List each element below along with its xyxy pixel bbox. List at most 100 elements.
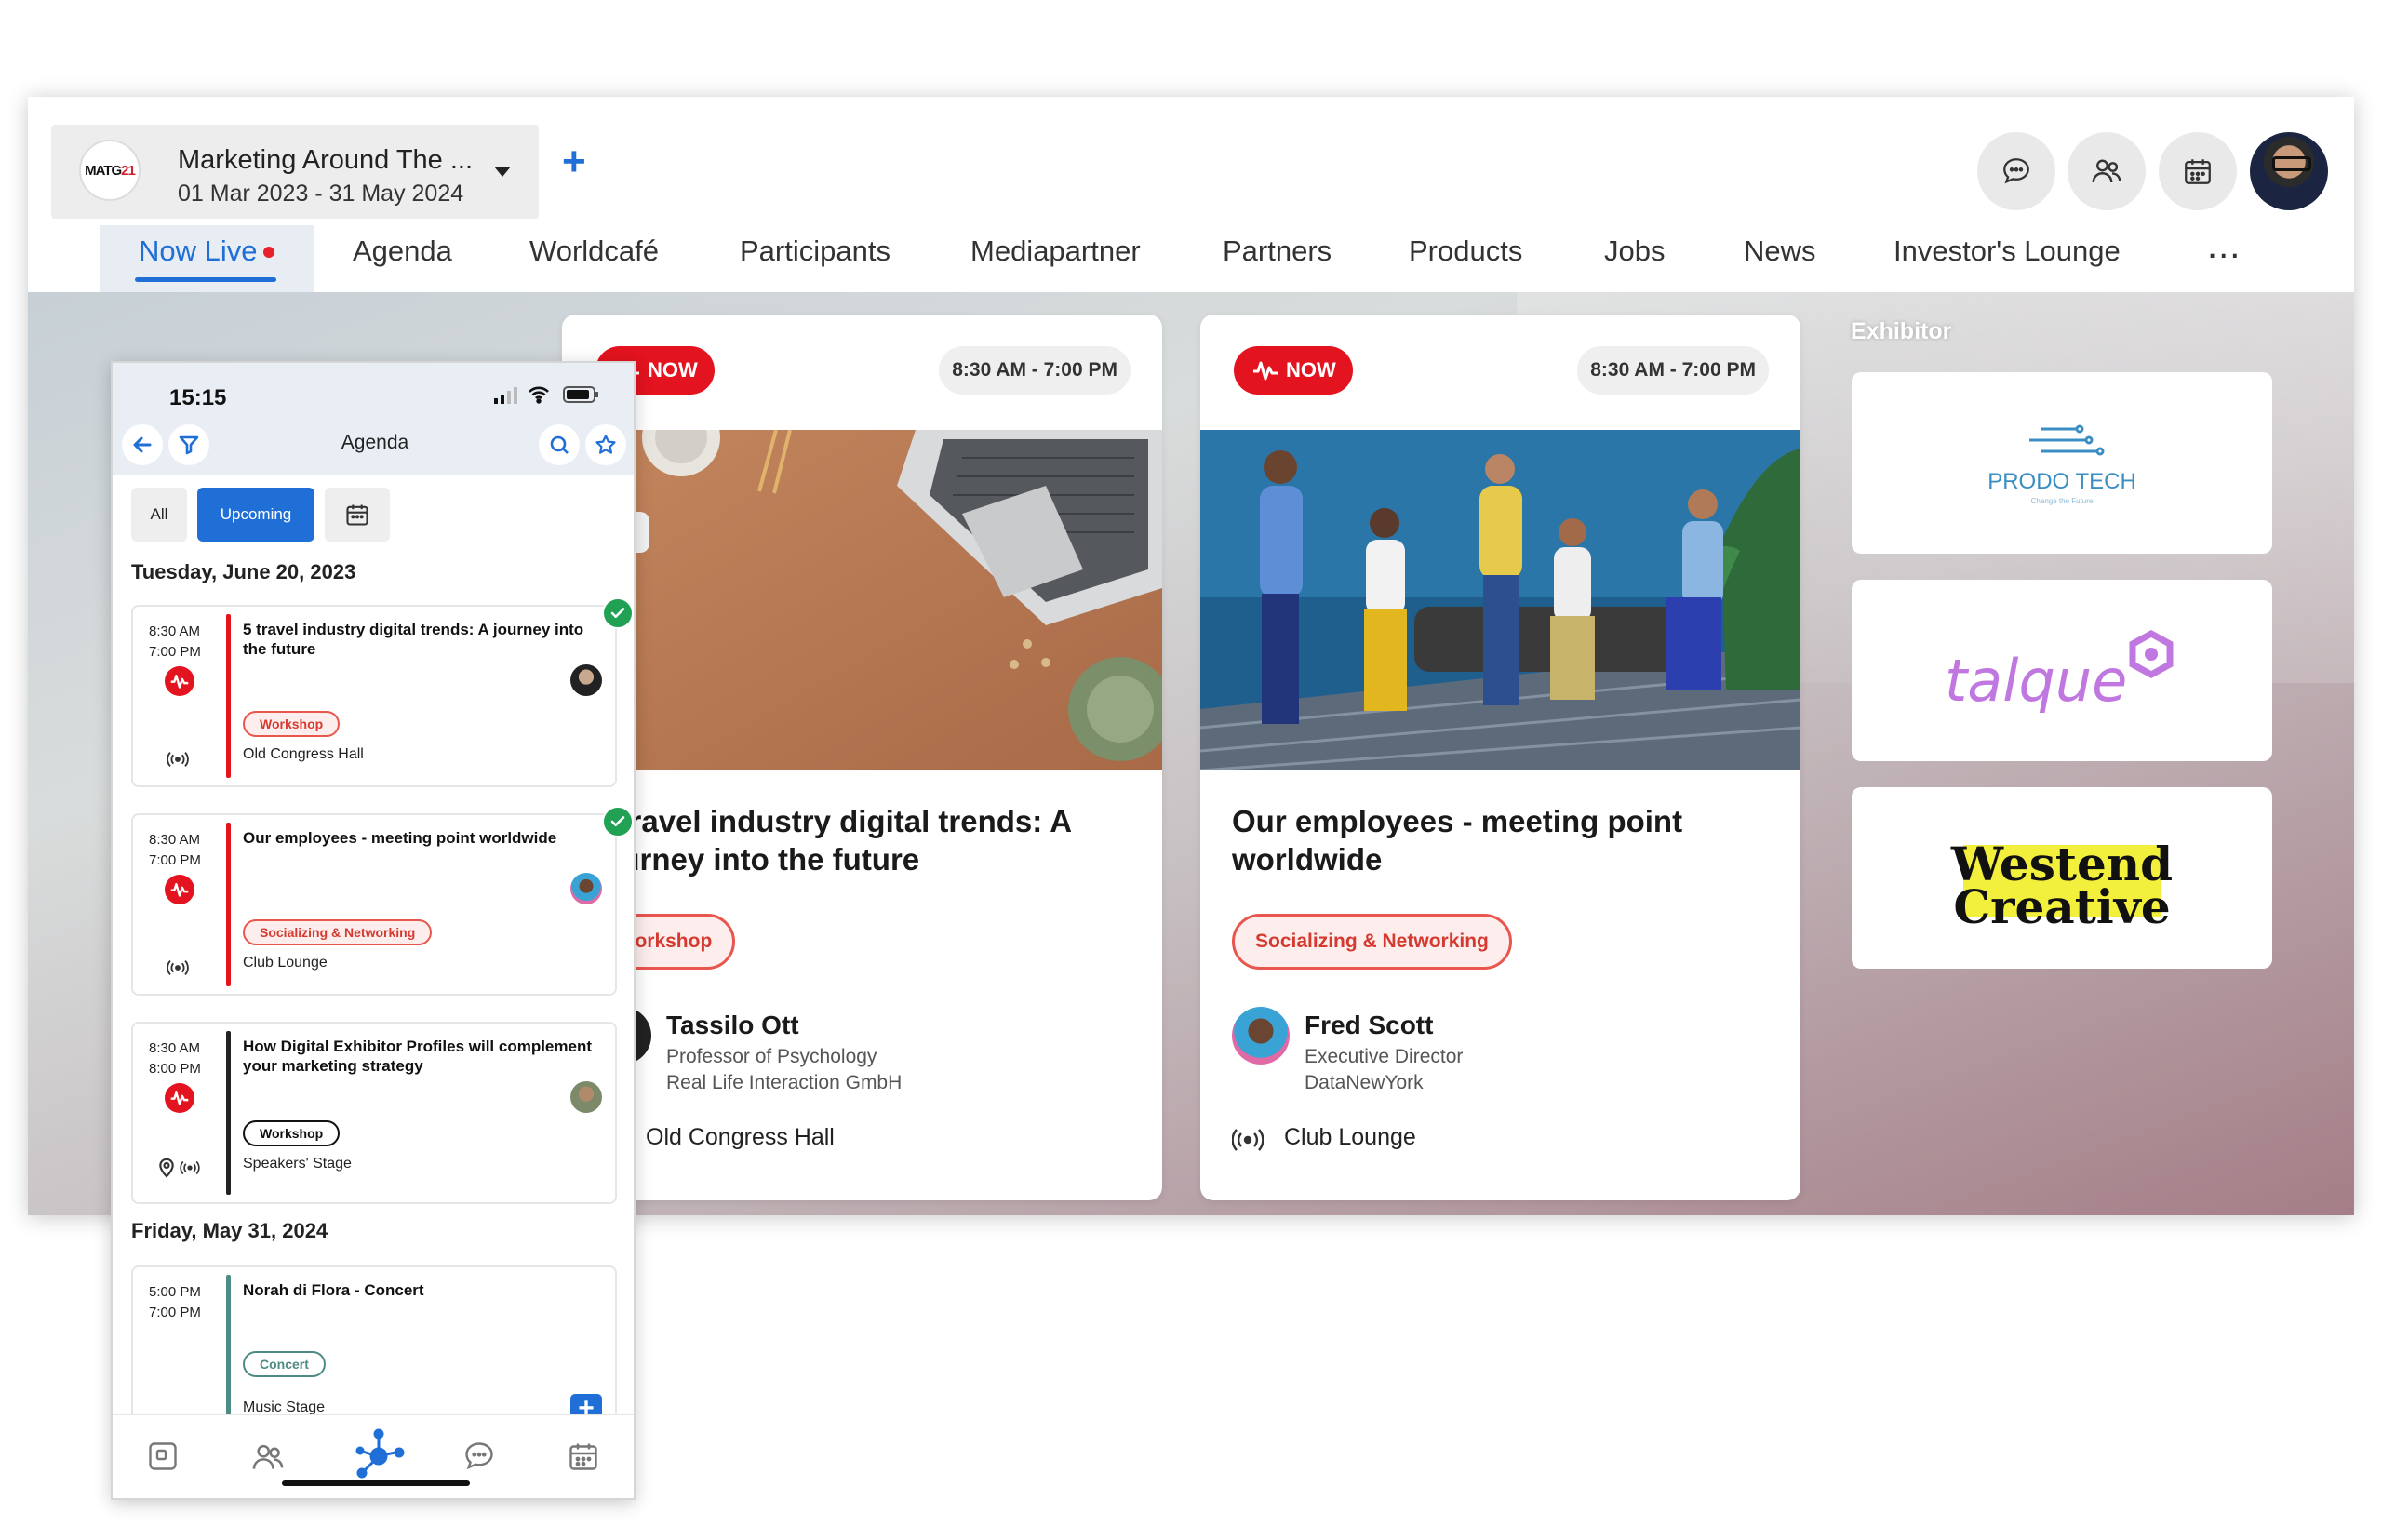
session-image — [1200, 430, 1800, 770]
agenda-item-bar — [226, 823, 231, 986]
filter-all[interactable]: All — [131, 488, 187, 542]
agenda-end-time: 7:00 PM — [149, 852, 201, 868]
speaker-avatar — [570, 873, 602, 904]
home-indicator — [282, 1480, 470, 1486]
agenda-item[interactable]: 8:30 AM 7:00 PM Our employees - meeting … — [131, 806, 634, 996]
tab-participants[interactable] — [250, 1440, 286, 1480]
now-badge: NOW — [1234, 346, 1353, 395]
tab-mediapartner[interactable]: Mediapartner — [970, 234, 1141, 268]
tab-agenda[interactable]: Agenda — [353, 234, 452, 268]
exhibitor-card-prodo-tech[interactable]: PRODO TECH Change the Future — [1852, 372, 2272, 554]
speaker-role: Professor of Psychology — [666, 1046, 877, 1067]
agenda-item-room: Speakers' Stage — [243, 1156, 352, 1172]
agenda-item-bar — [226, 1031, 231, 1195]
live-icon — [165, 1083, 194, 1113]
tab-news[interactable]: News — [1744, 234, 1816, 268]
search-button[interactable] — [539, 424, 580, 465]
speaker-role: Executive Director — [1305, 1046, 1464, 1067]
wifi-icon — [529, 386, 549, 404]
screenshot-composite: MATG 21 Marketing Around The ... 01 Mar 2… — [0, 0, 2382, 1540]
user-avatar[interactable] — [2250, 132, 2328, 210]
session-time: 8:30 AM - 7:00 PM — [1577, 346, 1769, 395]
agenda-item-tag: Concert — [243, 1351, 326, 1377]
svg-text:PRODO TECH: PRODO TECH — [1987, 469, 2136, 494]
home-icon — [149, 1442, 177, 1470]
live-indicator-dot — [263, 247, 274, 258]
livestream-icon — [167, 960, 189, 975]
agenda-item-title: Our employees - meeting point worldwide — [243, 829, 557, 847]
session-card[interactable]: NOW 8:30 AM - 7:00 PM Our employees - me… — [1200, 315, 1800, 1200]
arrow-left-icon — [133, 436, 152, 453]
add-event-button[interactable]: + — [562, 141, 586, 182]
tab-worldcafe[interactable]: Worldcafé — [529, 234, 659, 268]
event-selector[interactable]: MATG 21 Marketing Around The ... 01 Mar 2… — [51, 125, 539, 219]
agenda-item-title: How Digital Exhibitor Profiles will comp… — [243, 1038, 592, 1075]
speaker-name: Tassilo Ott — [666, 1011, 799, 1039]
agenda-item-title: Norah di Flora - Concert — [243, 1281, 424, 1299]
filter-upcoming[interactable]: Upcoming — [197, 488, 314, 542]
messages-button[interactable] — [1977, 132, 2055, 210]
filter-button[interactable] — [168, 424, 209, 465]
calendar-icon — [2185, 159, 2211, 184]
tab-partners[interactable]: Partners — [1223, 234, 1332, 268]
agenda-date-header: Tuesday, June 20, 2023 — [131, 560, 356, 583]
back-button[interactable] — [122, 424, 163, 465]
event-dates: 01 Mar 2023 - 31 May 2024 — [178, 181, 464, 207]
session-tag: Socializing & Networking — [1232, 914, 1512, 970]
chat-bubble-icon — [465, 1442, 493, 1470]
tab-home[interactable] — [146, 1440, 180, 1478]
location-icon — [159, 1158, 174, 1178]
calendar-icon — [346, 504, 368, 526]
tab-products[interactable]: Products — [1409, 234, 1522, 268]
signal-icon — [494, 387, 517, 404]
more-menu-button[interactable]: ... — [2207, 225, 2241, 267]
westend-creative-logo: Westend Creative — [1950, 837, 2173, 934]
agenda-start-time: 8:30 AM — [149, 832, 201, 848]
chevron-down-icon[interactable] — [494, 167, 511, 177]
people-icon — [2092, 159, 2121, 183]
status-time: 15:15 — [169, 385, 227, 410]
tab-networking[interactable] — [353, 1428, 405, 1485]
calendar-button[interactable] — [2159, 132, 2237, 210]
chat-bubble-icon — [2003, 158, 2029, 184]
tab-now-live[interactable]: Now Live — [139, 234, 258, 268]
star-icon — [596, 435, 616, 454]
tab-jobs[interactable]: Jobs — [1604, 234, 1665, 268]
agenda-item-room: Club Lounge — [243, 955, 328, 971]
tab-investors-lounge[interactable]: Investor's Lounge — [1894, 234, 2121, 268]
agenda-end-time: 7:00 PM — [149, 1305, 201, 1320]
agenda-item-title: 5 travel industry digital trends: A jour… — [243, 621, 584, 658]
talque-logo: talque — [1945, 629, 2174, 715]
participants-button[interactable] — [2068, 132, 2146, 210]
exhibitor-card-westend-creative[interactable]: Westend Creative — [1852, 787, 2272, 969]
check-icon — [602, 597, 634, 629]
people-icon — [252, 1444, 284, 1469]
event-logo: MATG 21 — [79, 140, 141, 201]
agenda-end-time: 7:00 PM — [149, 644, 201, 660]
session-card[interactable]: NOW 8:30 AM - 7:00 PM 5 travel industry … — [562, 315, 1162, 1200]
agenda-end-time: 8:00 PM — [149, 1061, 201, 1077]
agenda-item[interactable]: 8:30 AM 7:00 PM 5 travel industry digita… — [131, 597, 634, 787]
calendar-icon — [569, 1443, 597, 1470]
tab-agenda[interactable] — [567, 1440, 600, 1478]
agenda-item-room: Old Congress Hall — [243, 746, 364, 762]
speaker-name: Fred Scott — [1305, 1011, 1434, 1039]
session-title: Our employees - meeting point worldwide — [1232, 804, 1683, 877]
tab-messages[interactable] — [462, 1440, 496, 1478]
session-title: 5 travel industry digital trends: A jour… — [594, 804, 1071, 877]
favorites-button[interactable] — [585, 424, 626, 465]
agenda-start-time: 8:30 AM — [149, 623, 201, 639]
agenda-item[interactable]: 8:30 AM 8:00 PM How Digital Exhibitor Pr… — [131, 1022, 617, 1204]
session-image — [562, 430, 1162, 770]
check-icon — [602, 806, 634, 837]
svg-text:Creative: Creative — [1953, 879, 2170, 934]
search-icon — [550, 435, 569, 454]
battery-icon — [563, 386, 598, 403]
exhibitor-section-label: Exhibitor — [1851, 318, 1952, 344]
agenda-item-bar — [226, 614, 231, 778]
filter-calendar[interactable] — [325, 488, 390, 542]
tab-participants[interactable]: Participants — [740, 234, 890, 268]
exhibitor-card-talque[interactable]: talque — [1852, 580, 2272, 761]
mobile-app-screen: 15:15 Agenda All Upcoming Tuesday, June … — [111, 361, 636, 1500]
active-tab-underline — [135, 277, 276, 282]
